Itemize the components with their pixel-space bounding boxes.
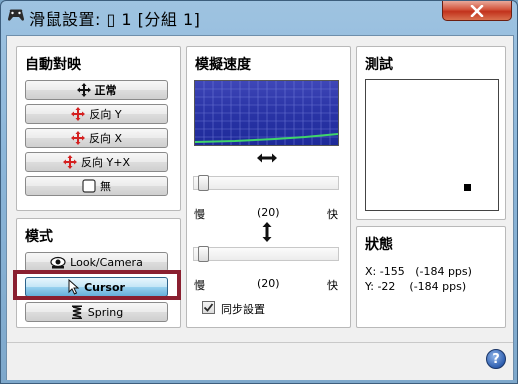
auto-map-title: 自動對映 bbox=[25, 57, 81, 73]
horizontal-min-label: 慢 bbox=[194, 208, 205, 221]
close-icon bbox=[470, 4, 484, 17]
close-button[interactable] bbox=[442, 1, 512, 21]
map-invert-y-button[interactable]: 反向 Y bbox=[25, 104, 168, 124]
map-invert-yx-label: 反向 Y+X bbox=[81, 156, 130, 169]
map-none-button[interactable]: 無 bbox=[25, 176, 168, 196]
gamepad-icon bbox=[8, 9, 24, 21]
vertical-min-label: 慢 bbox=[194, 279, 205, 292]
mode-look-camera-button[interactable]: Look/Camera bbox=[25, 252, 168, 272]
bottom-bar bbox=[7, 342, 513, 380]
mouse-settings-window: 滑鼠設置: ▯ 1 [分組 1] 自動對映 正常 反向 Y 反向 X 反向 Y+… bbox=[0, 0, 518, 384]
title-bar[interactable]: 滑鼠設置: ▯ 1 [分組 1] bbox=[1, 1, 517, 35]
map-invert-x-label: 反向 X bbox=[88, 132, 123, 145]
help-button[interactable]: ? bbox=[486, 349, 506, 369]
window-title: 滑鼠設置: ▯ 1 [分組 1] bbox=[29, 10, 201, 29]
vertical-max-label: 快 bbox=[327, 279, 338, 292]
map-none-label: 無 bbox=[100, 180, 111, 193]
red-arrows-icon bbox=[63, 155, 78, 169]
red-arrows-icon bbox=[70, 131, 85, 145]
speed-title: 模擬速度 bbox=[195, 57, 251, 73]
vertical-value-label: (20) bbox=[257, 277, 280, 290]
spring-icon bbox=[71, 305, 82, 319]
map-invert-x-button[interactable]: 反向 X bbox=[25, 128, 168, 148]
help-icon: ? bbox=[492, 351, 500, 367]
mode-look-camera-label: Look/Camera bbox=[70, 255, 143, 269]
selection-highlight bbox=[13, 270, 181, 300]
status-y-line: Y: -22 (-184 pps) bbox=[365, 280, 467, 293]
sync-label[interactable]: 同步設置 bbox=[221, 301, 265, 317]
horizontal-arrows-icon bbox=[257, 153, 277, 163]
test-cursor-marker bbox=[464, 184, 471, 191]
status-x-line: X: -155 (-184 pps) bbox=[365, 265, 472, 278]
map-invert-yx-button[interactable]: 反向 Y+X bbox=[25, 152, 168, 172]
four-way-arrows-icon bbox=[76, 83, 91, 97]
horizontal-speed-thumb[interactable] bbox=[197, 175, 209, 191]
mode-title: 模式 bbox=[25, 229, 53, 245]
mode-spring-button[interactable]: Spring bbox=[25, 302, 168, 322]
status-title: 狀態 bbox=[365, 237, 393, 253]
vertical-arrows-icon bbox=[262, 222, 272, 242]
test-area[interactable] bbox=[365, 79, 499, 211]
sync-checkbox[interactable] bbox=[202, 301, 215, 314]
horizontal-speed-slider[interactable] bbox=[193, 176, 339, 190]
horizontal-max-label: 快 bbox=[327, 208, 338, 221]
horizontal-value-label: (20) bbox=[257, 206, 280, 219]
vertical-speed-thumb[interactable] bbox=[197, 246, 209, 262]
map-normal-label: 正常 bbox=[94, 84, 117, 97]
red-arrows-icon bbox=[71, 107, 86, 121]
map-normal-button[interactable]: 正常 bbox=[25, 80, 168, 100]
checkmark-icon bbox=[203, 303, 214, 312]
eye-icon bbox=[50, 256, 66, 269]
map-invert-y-label: 反向 Y bbox=[89, 108, 122, 121]
mode-spring-label: Spring bbox=[87, 305, 124, 319]
test-title: 測試 bbox=[365, 57, 393, 73]
vertical-speed-slider[interactable] bbox=[193, 247, 339, 261]
speed-curve-svg bbox=[195, 81, 338, 145]
speed-curve-graph bbox=[194, 80, 339, 146]
speed-curve-line bbox=[195, 133, 338, 143]
empty-box-icon bbox=[82, 179, 96, 193]
